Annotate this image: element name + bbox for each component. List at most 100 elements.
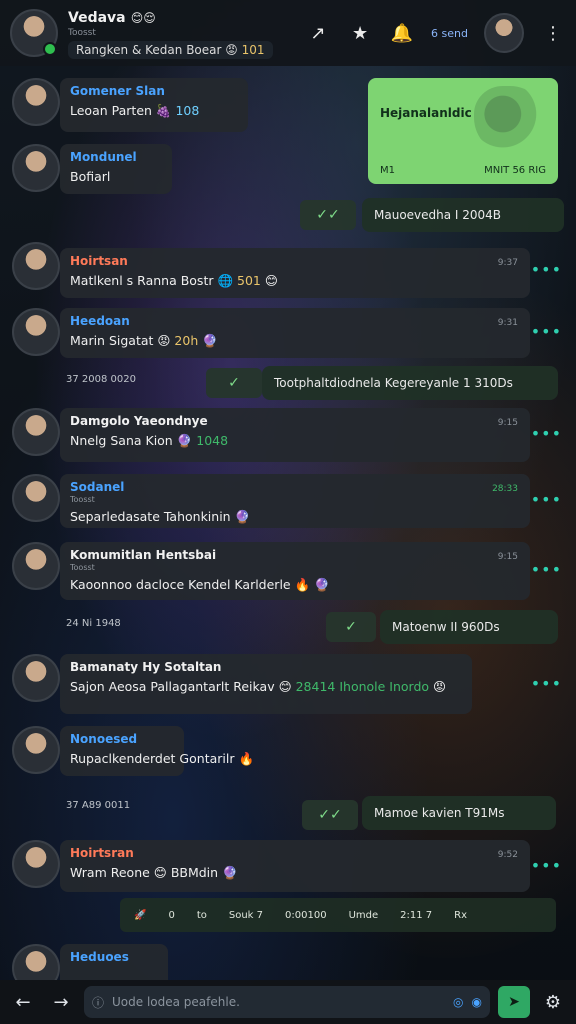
outgoing-status: ✓✓ <box>302 800 358 830</box>
outgoing-bubble[interactable]: Matoenw II 960Ds <box>380 610 558 644</box>
message-bubble[interactable]: Nonoesed Rupaclkenderdet Gontarilr 🔥 <box>60 726 254 776</box>
message-time: 28:33 <box>492 484 518 494</box>
sender-name: Hoirtsan <box>70 254 128 268</box>
message-placeholder: Uode lodea peafehle. <box>112 995 240 1009</box>
contact-status: Toosst <box>68 28 96 38</box>
chat-title-block[interactable]: Vedava 😊😌 Toosst Rangken & Kedan Boear 😡… <box>68 7 305 59</box>
help-icon[interactable]: ⓘ <box>92 994 104 1011</box>
outgoing-bubble[interactable]: Mamoe kavien T91Ms <box>362 796 556 830</box>
message-bubble[interactable]: Hoirtsran Wram Reone 😊 BBMdin 🔮 9:52 <box>60 840 530 892</box>
message-options-icon[interactable]: ••• <box>531 490 562 509</box>
message-bubble[interactable]: Bamanaty Hy Sotaltan Sajon Aeosa Pallaga… <box>60 654 472 714</box>
message-text: Sajon Aeosa Pallagantarlt Reikav 😊 28414… <box>70 679 447 694</box>
sender-name: Sodanel <box>70 480 125 494</box>
message-bubble[interactable]: Heduoes <box>60 944 168 980</box>
message-text: Nnelg Sana Kion 🔮 1048 <box>70 433 229 448</box>
status-emoji: 😊😌 <box>130 11 156 25</box>
send-counter: 6 send <box>431 26 468 40</box>
ticker-item: 2:11 7 <box>400 909 433 921</box>
outgoing-bubble[interactable]: Tootphaltdiodnela Kegereyanle 1 310Ds <box>262 366 558 400</box>
ticker-item: 0:00100 <box>285 909 327 921</box>
preview-emoji: 😡 <box>225 43 238 57</box>
outgoing-text: Matoenw II 960Ds <box>392 620 500 634</box>
sender-name: Nonoesed <box>70 732 138 746</box>
message-text: Matlkenl s Ranna Bostr 🌐 501 😊 <box>70 273 278 288</box>
sender-name: Komumitlan Hentsbai <box>70 548 217 562</box>
star-icon[interactable]: ★ <box>347 20 373 46</box>
message-options-icon[interactable]: ••• <box>531 560 562 579</box>
message-bubble[interactable]: Hoirtsan Matlkenl s Ranna Bostr 🌐 501 😊 … <box>60 248 530 298</box>
message-bubble[interactable]: Komumitlan Hentsbai Toosst Kaoonnoo dacl… <box>60 542 530 600</box>
send-button[interactable]: ➤ <box>498 986 530 1018</box>
message-text: Leoan Parten 🍇 108 <box>70 103 200 118</box>
sender-avatar[interactable] <box>12 78 60 126</box>
message-text: Kaoonnoo dacloce Kendel Karlderle 🔥 🔮 <box>70 577 330 592</box>
outgoing-text: Mauoevedha I 2004B <box>374 208 502 222</box>
more-options-icon[interactable]: ⋮ <box>540 20 566 46</box>
message-bubble[interactable]: Sodanel Toosst Separledasate Tahonkinin … <box>60 474 530 528</box>
message-bubble[interactable]: Mondunel Bofiarl <box>60 144 172 194</box>
sender-avatar[interactable] <box>12 944 60 980</box>
chat-header: Vedava 😊😌 Toosst Rangken & Kedan Boear 😡… <box>0 0 576 66</box>
date-stamp: 37 2008 0020 <box>66 374 136 385</box>
message-time: 9:37 <box>497 258 518 268</box>
notifications-icon[interactable]: 🔔 <box>389 20 415 46</box>
message-input[interactable]: ⓘ Uode lodea peafehle. ◎ ◉ <box>84 986 490 1018</box>
sender-name: Bamanaty Hy Sotaltan <box>70 660 222 674</box>
date-stamp: 24 Ni 1948 <box>66 618 121 629</box>
message-time: 9:31 <box>497 318 518 328</box>
camera-icon[interactable]: ◉ <box>472 995 482 1009</box>
message-list[interactable]: Gomener Slan Leoan Parten 🍇 108 Hejanala… <box>0 66 576 980</box>
message-options-icon[interactable]: ••• <box>531 260 562 279</box>
card-title: Hejanalanldic <box>380 106 472 120</box>
back-arrow-icon[interactable]: ← <box>8 987 38 1017</box>
sender-avatar[interactable] <box>12 242 60 290</box>
message-options-icon[interactable]: ••• <box>531 856 562 875</box>
sender-avatar[interactable] <box>12 726 60 774</box>
forward-arrow-icon[interactable]: → <box>46 987 76 1017</box>
sender-avatar[interactable] <box>12 474 60 522</box>
card-left-label: M1 <box>380 165 395 176</box>
contact-name: Vedava <box>68 10 126 26</box>
share-icon[interactable]: ↗ <box>305 20 331 46</box>
sender-avatar[interactable] <box>12 840 60 888</box>
date-stamp: 37 A89 0011 <box>66 800 131 811</box>
header-preview: Rangken & Kedan Boear 😡 101 <box>68 41 273 59</box>
attach-icon[interactable]: ◎ <box>453 995 463 1009</box>
ticker-item: Rx <box>454 909 467 921</box>
message-bubble[interactable]: Heedoan Marin Sigatat 😡 20h 🔮 9:31 <box>60 308 530 358</box>
message-options-icon[interactable]: ••• <box>531 674 562 693</box>
message-options-icon[interactable]: ••• <box>531 322 562 341</box>
status-ticker[interactable]: 🚀 0 to Souk 7 0:00100 Umde 2:11 7 Rx <box>120 898 556 932</box>
ticker-item: Souk 7 <box>228 909 264 921</box>
user-avatar[interactable] <box>484 13 524 53</box>
sender-avatar[interactable] <box>12 654 60 702</box>
sender-name: Hoirtsran <box>70 846 134 860</box>
preview-text: Rangken & Kedan Boear <box>76 43 222 57</box>
sender-sub: Toosst <box>70 495 95 504</box>
map-card[interactable]: Hejanalanldic M1 MNIT 56 RIG <box>368 78 558 184</box>
outgoing-bubble[interactable]: Mauoevedha I 2004B <box>362 198 564 232</box>
ticker-label: 0 <box>168 909 175 921</box>
sender-avatar[interactable] <box>12 408 60 456</box>
sender-avatar[interactable] <box>12 308 60 356</box>
sender-name: Mondunel <box>70 150 137 164</box>
message-text: Marin Sigatat 😡 20h 🔮 <box>70 333 218 348</box>
sender-avatar[interactable] <box>12 144 60 192</box>
card-right-label: MNIT 56 RIG <box>484 165 546 176</box>
outgoing-status: ✓✓ <box>300 200 356 230</box>
message-time: 9:15 <box>497 418 518 428</box>
header-actions: ↗ ★ 🔔 6 send ⋮ <box>305 13 566 53</box>
outgoing-status: ✓ <box>326 612 376 642</box>
message-time: 9:15 <box>497 552 518 562</box>
ticker-item: to <box>196 909 207 921</box>
message-bubble[interactable]: Damgolo Yaeondnye Nnelg Sana Kion 🔮 1048… <box>60 408 530 462</box>
message-bubble[interactable]: Gomener Slan Leoan Parten 🍇 108 <box>60 78 248 132</box>
settings-icon[interactable]: ⚙ <box>538 987 568 1017</box>
contact-avatar[interactable] <box>10 9 58 57</box>
composer-bar: ← → ⓘ Uode lodea peafehle. ◎ ◉ ➤ ⚙ <box>0 980 576 1024</box>
message-options-icon[interactable]: ••• <box>531 424 562 443</box>
ticker-icon: 🚀 <box>134 909 147 921</box>
sender-avatar[interactable] <box>12 542 60 590</box>
outgoing-status: ✓ <box>206 368 262 398</box>
